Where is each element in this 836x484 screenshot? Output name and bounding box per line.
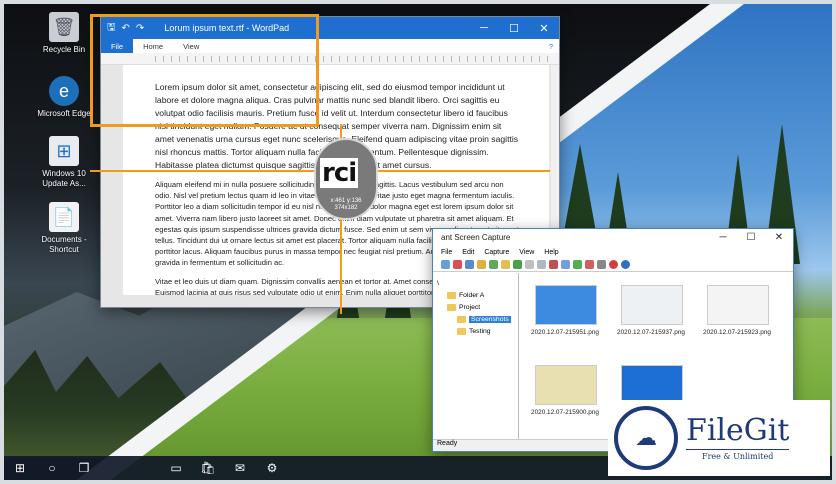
minimize-button[interactable]: ─ xyxy=(469,22,499,35)
thumbnail-image xyxy=(621,285,683,325)
thumbnail-image xyxy=(707,285,769,325)
menu-help[interactable]: Help xyxy=(544,249,558,256)
thumbnail[interactable]: 2020.12.07-215937.png xyxy=(611,285,691,336)
thumbnail[interactable]: 2020.12.07-215900.png xyxy=(525,365,605,416)
cursor-coordinates: x:461 y:136 xyxy=(330,198,362,204)
minimize-button[interactable]: ─ xyxy=(709,232,737,243)
tree-node-label: \ xyxy=(437,279,439,287)
capture-titlebar[interactable]: ant Screen Capture ─ ☐ ✕ xyxy=(433,229,793,246)
magnifier-loupe: rci x:461 y:136 374x182 xyxy=(314,138,378,220)
folder-icon xyxy=(457,315,466,323)
window-title: ant Screen Capture xyxy=(441,233,511,242)
tree-node-label: Folder A xyxy=(459,291,485,299)
capture-toolbar xyxy=(433,258,793,272)
close-button[interactable]: ✕ xyxy=(765,232,793,243)
tree-node-label: Testing xyxy=(469,327,491,335)
filegit-badge: ☁ FileGit Free & Unlimited xyxy=(608,400,830,476)
maximize-button[interactable]: ☐ xyxy=(737,232,765,243)
capture-menubar: File Edit Capture View Help xyxy=(433,246,793,258)
desktop-icon-label: Microsoft Edge xyxy=(37,109,91,118)
info-icon[interactable] xyxy=(621,260,630,269)
region-icon[interactable] xyxy=(489,260,498,269)
thumbnail-image xyxy=(621,365,683,405)
cursor-readout: x:461 y:136 374x182 xyxy=(316,198,376,212)
file-explorer-icon[interactable]: ▭ xyxy=(160,456,192,480)
start-icon[interactable]: ⊞ xyxy=(4,456,36,480)
folder-icon xyxy=(457,327,466,335)
tree-node-project[interactable]: Project xyxy=(433,301,518,313)
help-icon[interactable] xyxy=(609,260,618,269)
tree-node-label: Project xyxy=(459,303,481,311)
save-icon[interactable] xyxy=(513,260,522,269)
tree-node-label: Screenshots xyxy=(469,315,511,323)
recycle-bin-icon: 🗑 xyxy=(49,12,79,42)
desktop-icon-label: Documents - Shortcut xyxy=(41,235,87,254)
task-view-icon[interactable]: ❐ xyxy=(68,456,100,480)
help-icon[interactable]: ? xyxy=(549,42,553,51)
capture-selection-rectangle[interactable] xyxy=(90,14,319,127)
thumbnail[interactable] xyxy=(611,365,691,405)
timer-icon[interactable] xyxy=(477,260,486,269)
paste-icon[interactable] xyxy=(537,260,546,269)
documents-shortcut-icon: 📄 xyxy=(49,202,79,232)
folder-tree[interactable]: \ Folder A Project Screenshots Testing xyxy=(433,273,519,439)
filegit-brand: FileGit Free & Unlimited xyxy=(686,413,790,461)
tree-node-testing[interactable]: Testing xyxy=(433,325,518,337)
store-icon[interactable]: 🛍 xyxy=(192,456,224,480)
menu-capture[interactable]: Capture xyxy=(484,249,509,256)
folder-icon[interactable] xyxy=(501,260,510,269)
filegit-name: FileGit xyxy=(686,413,790,448)
thumbnail[interactable]: 2020.12.07-215923.png xyxy=(697,285,777,336)
delete-icon[interactable] xyxy=(549,260,558,269)
desktop-icon-label: Windows 10 Update As... xyxy=(42,169,86,188)
magnified-text: rci xyxy=(320,158,359,188)
record-icon[interactable] xyxy=(453,260,462,269)
search-icon[interactable]: ○ xyxy=(36,456,68,480)
tree-node-folder-a[interactable]: Folder A xyxy=(433,289,518,301)
desktop-icon-recycle-bin[interactable]: 🗑 Recycle Bin xyxy=(36,12,92,55)
tree-node-root[interactable]: \ xyxy=(433,277,518,289)
desktop-icon-label: Recycle Bin xyxy=(42,45,86,54)
folder-icon xyxy=(447,291,456,299)
desktop-icon-edge[interactable]: e Microsoft Edge xyxy=(36,76,92,119)
refresh-icon[interactable] xyxy=(573,260,582,269)
capture-screen-icon[interactable] xyxy=(441,260,450,269)
settings-icon[interactable] xyxy=(597,260,606,269)
filegit-logo-icon: ☁ xyxy=(614,406,678,470)
window-capture-icon[interactable] xyxy=(465,260,474,269)
menu-edit[interactable]: Edit xyxy=(462,249,474,256)
menu-file[interactable]: File xyxy=(441,249,452,256)
thumbnail-caption: 2020.12.07-215937.png xyxy=(617,329,685,336)
menu-view[interactable]: View xyxy=(519,249,534,256)
tree-node-screenshots[interactable]: Screenshots xyxy=(433,313,518,325)
thumbnail-caption: 2020.12.07-215951.png xyxy=(531,329,599,336)
close-button[interactable]: ✕ xyxy=(529,22,559,35)
thumbnail-caption: 2020.12.07-215900.png xyxy=(531,409,599,416)
edge-icon: e xyxy=(49,76,79,106)
folder-icon xyxy=(447,303,456,311)
mail-icon[interactable]: ✉ xyxy=(224,456,256,480)
selection-size: 374x182 xyxy=(334,205,358,211)
windows-update-icon: ⊞ xyxy=(49,136,79,166)
stop-icon[interactable] xyxy=(585,260,594,269)
thumbnail-caption: 2020.12.07-215923.png xyxy=(703,329,771,336)
maximize-button[interactable]: ☐ xyxy=(499,22,529,35)
settings-icon[interactable]: ⚙ xyxy=(256,456,288,480)
print-icon[interactable] xyxy=(561,260,570,269)
thumbnail[interactable]: 2020.12.07-215951.png xyxy=(525,285,605,336)
desktop-icon-documents[interactable]: 📄 Documents - Shortcut xyxy=(36,202,92,255)
screenshot-frame: 🗑 Recycle Bin e Microsoft Edge ⊞ Windows… xyxy=(0,0,836,484)
copy-icon[interactable] xyxy=(525,260,534,269)
desktop-icon-windows-update[interactable]: ⊞ Windows 10 Update As... xyxy=(36,136,92,189)
filegit-tagline: Free & Unlimited xyxy=(686,449,790,461)
thumbnail-image xyxy=(535,365,597,405)
thumbnail-image xyxy=(535,285,597,325)
